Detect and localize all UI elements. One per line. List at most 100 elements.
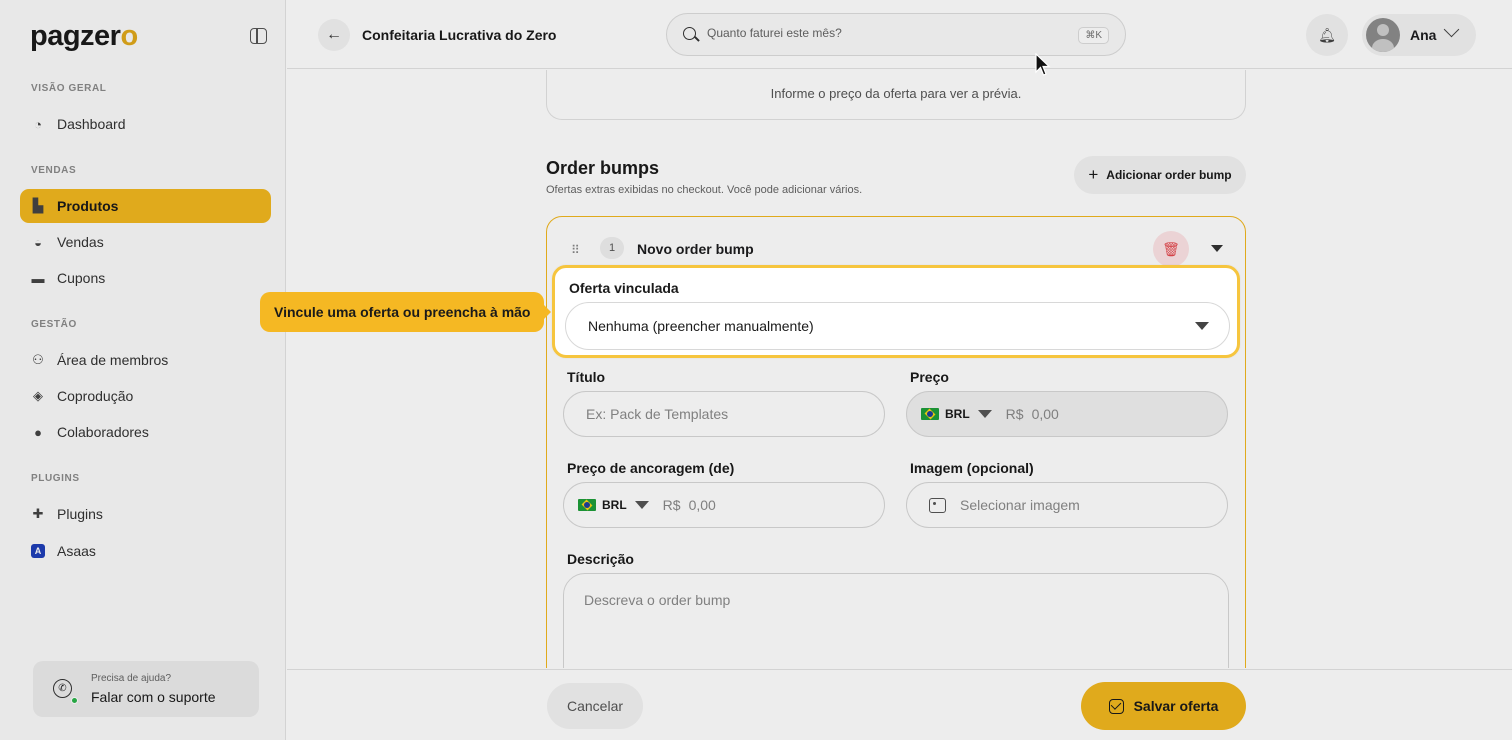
cancel-button[interactable]: Cancelar — [547, 683, 643, 729]
sidebar-item-dashboard[interactable]: ◔ Dashboard — [20, 107, 271, 141]
section-label-plugins: PLUGINS — [31, 473, 80, 484]
save-offer-label: Salvar oferta — [1133, 698, 1219, 714]
title-field[interactable]: Ex: Pack de Templates — [563, 391, 885, 437]
currency-selector[interactable]: BRL — [578, 498, 663, 512]
sidebar-item-collaborators[interactable]: ● Colaboradores — [20, 415, 271, 449]
search-input[interactable] — [707, 26, 1047, 40]
sidebar-item-label: Coprodução — [57, 388, 134, 404]
page-title: Confeitaria Lucrativa do Zero — [362, 27, 557, 43]
search-icon — [683, 27, 696, 40]
user-name: Ana — [1410, 27, 1437, 43]
form-footer: Cancelar Salvar oferta — [287, 669, 1512, 740]
brand-logo[interactable]: pagzero — [30, 20, 138, 53]
chevron-down-icon — [1195, 322, 1209, 330]
avatar — [1366, 18, 1400, 52]
title-label: Título — [567, 369, 606, 385]
section-label-sales: VENDAS — [31, 165, 77, 176]
anchor-price-field[interactable]: BRL R$ 0,00 — [563, 482, 885, 528]
currency-selector[interactable]: BRL — [921, 407, 1006, 421]
sidebar-toggle-icon[interactable] — [250, 28, 267, 44]
preview-text: Informe o preço da oferta para ver a pré… — [770, 86, 1022, 101]
user-icon: ● — [34, 424, 42, 440]
sidebar-item-label: Dashboard — [57, 116, 126, 132]
chevron-down-icon — [1443, 21, 1460, 38]
plus-icon: + — [1088, 165, 1099, 184]
sidebar-item-coupons[interactable]: ▬ Cupons — [20, 261, 271, 295]
sales-icon: ◒ — [34, 234, 42, 250]
back-arrow-icon[interactable]: ← — [318, 19, 350, 51]
currency-symbol: R$ — [1005, 406, 1024, 422]
linked-offer-select[interactable]: Nenhuma (preencher manualmente) — [565, 302, 1230, 350]
order-bumps-title: Order bumps — [546, 158, 660, 178]
linked-offer-spotlight: Oferta vinculada Nenhuma (preencher manu… — [552, 265, 1240, 358]
sidebar-item-label: Produtos — [57, 198, 119, 214]
sidebar-item-members[interactable]: ⚇ Área de membros — [20, 343, 271, 377]
title-placeholder: Ex: Pack de Templates — [586, 406, 729, 422]
collapse-arrow-icon[interactable] — [1211, 245, 1223, 252]
whatsapp-icon: ✆ — [53, 679, 72, 698]
brazil-flag-icon — [921, 408, 939, 420]
description-placeholder: Descreva o order bump — [584, 592, 731, 608]
search-shortcut-badge: ⌘K — [1078, 27, 1109, 44]
trash-icon[interactable]: 🗑︎ — [1153, 231, 1189, 267]
description-textarea[interactable]: Descreva o order bump — [563, 573, 1229, 668]
currency-code: BRL — [945, 407, 970, 421]
tour-tooltip: Vincule uma oferta ou preencha à mão — [260, 292, 552, 332]
main-content: Informe o preço da oferta para ver a pré… — [287, 70, 1512, 668]
handshake-icon: ◈ — [33, 388, 43, 403]
price-label: Preço — [910, 369, 949, 385]
support-caption: Precisa de ajuda? — [91, 673, 172, 684]
image-placeholder: Selecionar imagem — [960, 497, 1080, 513]
search-bar[interactable]: ⌘K — [666, 13, 1126, 56]
anchor-price-placeholder: 0,00 — [688, 497, 716, 513]
sidebar-item-label: Vendas — [57, 234, 104, 250]
puzzle-icon: ✚ — [32, 506, 44, 521]
sidebar-item-plugins[interactable]: ✚ Plugins — [20, 497, 271, 531]
add-order-bump-label: Adicionar order bump — [1106, 168, 1232, 182]
currency-symbol: R$ — [662, 497, 681, 513]
brazil-flag-icon — [578, 499, 596, 511]
linked-offer-value: Nenhuma (preencher manualmente) — [588, 318, 814, 334]
bump-name: Novo order bump — [637, 241, 754, 257]
section-label-management: GESTÃO — [31, 319, 77, 330]
sidebar-item-asaas[interactable]: A Asaas — [20, 534, 271, 568]
notification-bell-icon[interactable]: 🔔︎ — [1306, 14, 1348, 56]
sidebar-item-sales[interactable]: ◒ Vendas — [20, 225, 271, 259]
online-status-dot — [71, 697, 78, 704]
linked-offer-label: Oferta vinculada — [569, 280, 679, 296]
members-icon: ⚇ — [32, 352, 44, 367]
check-icon — [1108, 698, 1124, 714]
sidebar-item-label: Asaas — [57, 543, 96, 559]
support-card[interactable]: ✆ Precisa de ajuda? Falar com o suporte — [33, 661, 259, 717]
image-icon — [929, 497, 946, 513]
coupon-icon: ▬ — [31, 270, 45, 286]
image-picker[interactable]: Selecionar imagem — [906, 482, 1228, 528]
save-offer-button[interactable]: Salvar oferta — [1081, 682, 1246, 730]
products-icon: ▙ — [33, 198, 43, 213]
sidebar-item-label: Colaboradores — [57, 424, 149, 440]
support-link[interactable]: Falar com o suporte — [91, 689, 216, 705]
section-label-overview: VISÃO GERAL — [31, 83, 107, 94]
currency-code: BRL — [602, 498, 627, 512]
sidebar-item-label: Cupons — [57, 270, 106, 286]
sidebar-item-label: Área de membros — [57, 352, 169, 368]
image-label: Imagem (opcional) — [910, 460, 1034, 476]
sidebar-item-label: Plugins — [57, 506, 103, 522]
top-header: ← Confeitaria Lucrativa do Zero ⌘K 🔔︎ An… — [287, 0, 1512, 69]
description-label: Descrição — [567, 551, 634, 567]
drag-handle-icon[interactable]: ⠿ — [571, 243, 580, 257]
chevron-down-icon — [977, 410, 992, 418]
sidebar-item-coproduction[interactable]: ◈ Coprodução — [20, 379, 271, 413]
asaas-icon: A — [31, 544, 45, 558]
sidebar-item-products[interactable]: ▙ Produtos — [20, 189, 271, 223]
anchor-price-label: Preço de ancoragem (de) — [567, 460, 735, 476]
bump-index-badge: 1 — [600, 237, 624, 259]
user-menu[interactable]: Ana — [1362, 14, 1476, 56]
dashboard-icon: ◔ — [34, 116, 42, 132]
chevron-down-icon — [634, 501, 649, 509]
sidebar: pagzero VISÃO GERAL ◔ Dashboard VENDAS ▙… — [0, 0, 286, 740]
price-placeholder: 0,00 — [1031, 406, 1059, 422]
price-field[interactable]: BRL R$ 0,00 — [906, 391, 1228, 437]
offer-preview-box: Informe o preço da oferta para ver a pré… — [546, 70, 1246, 120]
add-order-bump-button[interactable]: + Adicionar order bump — [1074, 156, 1246, 194]
